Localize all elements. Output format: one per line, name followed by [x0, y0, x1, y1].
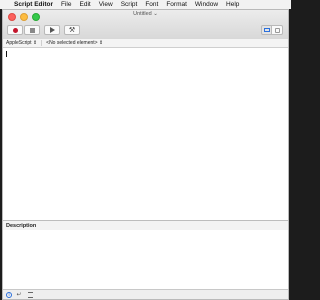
- view-toggle: [261, 25, 283, 35]
- info-button[interactable]: i: [6, 291, 12, 298]
- menu-edit[interactable]: Edit: [80, 1, 91, 8]
- events-button[interactable]: [26, 291, 34, 299]
- menu-script[interactable]: Script: [121, 1, 138, 8]
- hammer-icon: ⚒: [68, 26, 76, 34]
- reply-icon: ↵: [16, 292, 22, 298]
- title-menu-chevron-icon: ⌄: [153, 11, 158, 17]
- title-bar: Untitled ⌄ ⚒: [3, 10, 288, 40]
- play-icon: [49, 27, 55, 33]
- bottom-pane-icon: [263, 28, 270, 32]
- menu-window[interactable]: Window: [195, 1, 218, 8]
- side-pane-icon: [274, 27, 280, 33]
- compile-button[interactable]: ⚒: [64, 25, 80, 35]
- stop-icon: [29, 27, 35, 33]
- menu-help[interactable]: Help: [226, 1, 239, 8]
- info-icon: i: [8, 291, 10, 298]
- run-button[interactable]: [44, 25, 60, 35]
- script-editor-window: Untitled ⌄ ⚒ AppleScript ⇕ <No selected …: [2, 9, 289, 300]
- record-icon: [12, 27, 18, 33]
- script-editor-area[interactable]: [3, 48, 288, 220]
- menu-view[interactable]: View: [99, 1, 113, 8]
- menu-format[interactable]: Format: [166, 1, 187, 8]
- menu-file[interactable]: File: [61, 1, 71, 8]
- stop-button[interactable]: [24, 25, 40, 35]
- element-popup[interactable]: <No selected element> ⇕: [46, 40, 103, 46]
- navigation-bar: AppleScript ⇕ <No selected element> ⇕: [3, 39, 288, 48]
- replies-button[interactable]: ↵: [15, 291, 23, 299]
- language-popup[interactable]: AppleScript ⇕: [6, 40, 43, 46]
- bottom-bar: i ↵: [3, 289, 288, 299]
- description-title: Description: [6, 222, 37, 229]
- description-text-area[interactable]: [3, 230, 288, 290]
- window-title-text: Untitled: [133, 11, 152, 17]
- text-caret: [6, 51, 7, 57]
- menu-font[interactable]: Font: [145, 1, 158, 8]
- list-icon: [27, 291, 33, 298]
- menu-bar: Script Editor File Edit View Script Font…: [0, 0, 291, 9]
- window-title[interactable]: Untitled ⌄: [3, 11, 288, 17]
- show-sidebar-button[interactable]: [272, 25, 283, 35]
- record-button[interactable]: [7, 25, 23, 35]
- menu-app-name[interactable]: Script Editor: [14, 1, 53, 8]
- show-log-button[interactable]: [261, 25, 272, 35]
